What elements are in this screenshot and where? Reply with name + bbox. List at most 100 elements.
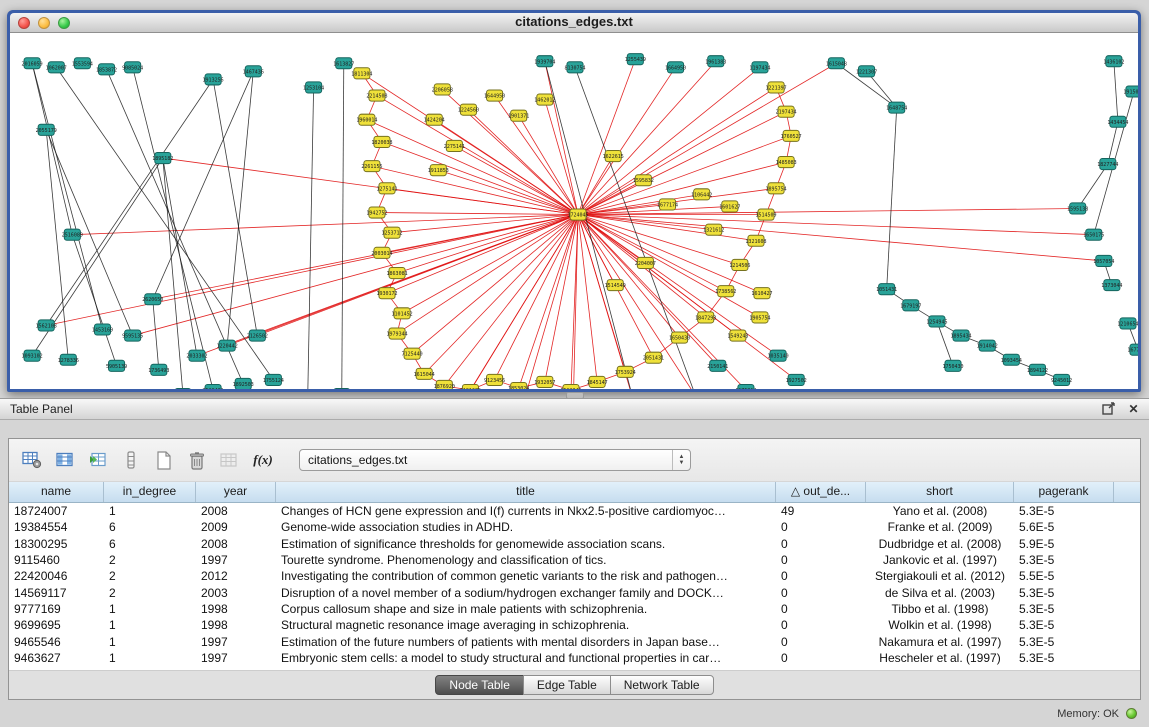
graph-edge [578, 188, 776, 214]
tab-edge-table[interactable]: Edge Table [523, 675, 611, 695]
table-row[interactable]: 969969511998Structural magnetic resonanc… [9, 617, 1140, 633]
column-header-pagerank[interactable]: pagerank [1014, 482, 1114, 502]
graph-node-label: 2261155 [361, 164, 382, 170]
graph-node-label: 1601627 [719, 204, 740, 210]
network-canvas[interactable]: 1724045181130422145081960014182003822611… [10, 33, 1138, 389]
graph-node[interactable] [175, 388, 191, 389]
column-header-filler [1114, 482, 1140, 502]
import-table-icon[interactable] [217, 447, 243, 473]
graph-node-label: 1434454 [1107, 120, 1128, 126]
cell-year: 2012 [196, 569, 276, 583]
graph-node-label: 9245012 [1051, 378, 1072, 384]
citation-network-graph[interactable]: 1724045181130422145081960014182003822611… [10, 33, 1138, 389]
graph-node-label: 1905754 [749, 315, 770, 321]
cell-short: Dudbridge et al. (2008) [866, 537, 1014, 551]
tab-network-table[interactable]: Network Table [610, 675, 714, 695]
graph-node-label: 1827744 [1097, 162, 1118, 168]
graph-node-label: 1253712 [381, 231, 402, 237]
column-header-title[interactable]: title [276, 482, 776, 502]
column-header-year[interactable]: year [196, 482, 276, 502]
graph-node-label: 1736493 [148, 368, 169, 374]
table-body: 1872400712008Changes of HCN gene express… [9, 503, 1140, 670]
delete-column-icon[interactable] [118, 447, 144, 473]
column-header-short[interactable]: short [866, 482, 1014, 502]
table-row[interactable]: 1830029562008Estimation of significance … [9, 536, 1140, 552]
table-select-combobox[interactable]: citations_edges.txt ▲▼ [299, 449, 691, 471]
combobox-stepper-icon[interactable]: ▲▼ [672, 450, 690, 470]
network-view-window: citations_edges.txt 17240451811304221450… [7, 10, 1141, 392]
graph-node-label: 1595832 [633, 178, 654, 184]
graph-edge [434, 120, 578, 215]
cell-pagerank: 5.3E-5 [1014, 504, 1114, 518]
cell-pagerank: 5.3E-5 [1014, 602, 1114, 616]
table-row[interactable]: 977716911998Corpus callosum shape and si… [9, 601, 1140, 617]
graph-edge [153, 299, 159, 370]
table-row[interactable]: 911546021997Tourette syndrome. Phenomeno… [9, 552, 1140, 568]
graph-edge [495, 215, 578, 380]
graph-edge [46, 215, 578, 326]
cell-title: Estimation of significance thresholds fo… [276, 537, 776, 551]
cell-out_degree: 0 [776, 602, 866, 616]
cell-name: 18300295 [9, 537, 104, 551]
graph-node-label: 1894122 [1027, 368, 1048, 374]
graph-edge [578, 215, 680, 338]
graph-node-label: 1895434 [951, 334, 972, 340]
table-row[interactable]: 1872400712008Changes of HCN gene express… [9, 503, 1140, 519]
graph-edge [887, 108, 897, 290]
column-header-name[interactable]: name [9, 482, 104, 502]
graph-edge [578, 215, 726, 292]
graph-node-label: 1892503 [233, 382, 254, 388]
graph-node-label: 1911853 [428, 168, 449, 174]
table-row[interactable]: 946554611997Estimation of the future num… [9, 633, 1140, 649]
table-mode-icon[interactable] [19, 447, 45, 473]
graph-node[interactable] [334, 388, 350, 389]
function-builder-icon[interactable]: f(x) [250, 447, 276, 473]
new-table-icon[interactable] [151, 447, 177, 473]
network-window-titlebar[interactable]: citations_edges.txt [10, 13, 1138, 33]
graph-edge [377, 213, 578, 215]
graph-node-label: 1724045 [567, 213, 588, 219]
graph-node-label: 2051431 [643, 356, 664, 362]
cell-out_degree: 0 [776, 618, 866, 632]
graph-edge [454, 146, 578, 215]
table-row[interactable]: 1456911722003Disruption of a novel membe… [9, 584, 1140, 600]
cell-short: Tibbo et al. (1998) [866, 602, 1014, 616]
graph-node-label: 1915030 [1123, 90, 1138, 96]
close-panel-icon[interactable]: ✕ [1126, 401, 1141, 416]
cell-pagerank: 5.3E-5 [1014, 618, 1114, 632]
create-column-icon[interactable] [85, 447, 111, 473]
column-header-in_degree[interactable]: in_degree [104, 482, 196, 502]
cell-out_degree: 0 [776, 569, 866, 583]
graph-node-label: 1650175 [1083, 233, 1104, 239]
show-columns-icon[interactable] [52, 447, 78, 473]
minimize-window-icon[interactable] [38, 17, 50, 29]
graph-node-label: 1436102 [1103, 59, 1124, 65]
table-row[interactable]: 946362711997Embryonic stem cells: a mode… [9, 650, 1140, 666]
graph-edge [578, 215, 762, 294]
zoom-window-icon[interactable] [58, 17, 70, 29]
table-row[interactable]: 2242004622012Investigating the contribut… [9, 568, 1140, 584]
cell-name: 18724007 [9, 504, 104, 518]
graph-edge [227, 71, 253, 345]
graph-node-label: 1750430 [942, 364, 963, 370]
graph-edge [382, 142, 578, 215]
graph-node-label: 1650430 [669, 336, 690, 342]
graph-node-label: 1224560 [458, 108, 479, 114]
float-panel-icon[interactable] [1101, 401, 1116, 416]
delete-table-icon[interactable] [184, 447, 210, 473]
close-window-icon[interactable] [18, 17, 30, 29]
graph-node-label: 2101675 [460, 388, 481, 389]
column-header-out_degree[interactable]: △ out_de... [776, 482, 866, 502]
graph-edge [578, 208, 1078, 214]
cell-title: Tourette syndrome. Phenomenology and cla… [276, 553, 776, 567]
cell-in_degree: 1 [104, 618, 196, 632]
tab-node-table[interactable]: Node Table [435, 675, 524, 695]
graph-node-label: 2150141 [707, 364, 728, 370]
graph-node-label: 1913256 [203, 77, 224, 83]
memory-status-icon[interactable] [1126, 708, 1137, 719]
cell-pagerank: 5.3E-5 [1014, 586, 1114, 600]
graph-node-label: 7125440 [402, 352, 423, 358]
graph-node-label: 1101452 [392, 311, 413, 317]
table-row[interactable]: 1938455462009Genome-wide association stu… [9, 519, 1140, 535]
cell-pagerank: 5.9E-5 [1014, 537, 1114, 551]
